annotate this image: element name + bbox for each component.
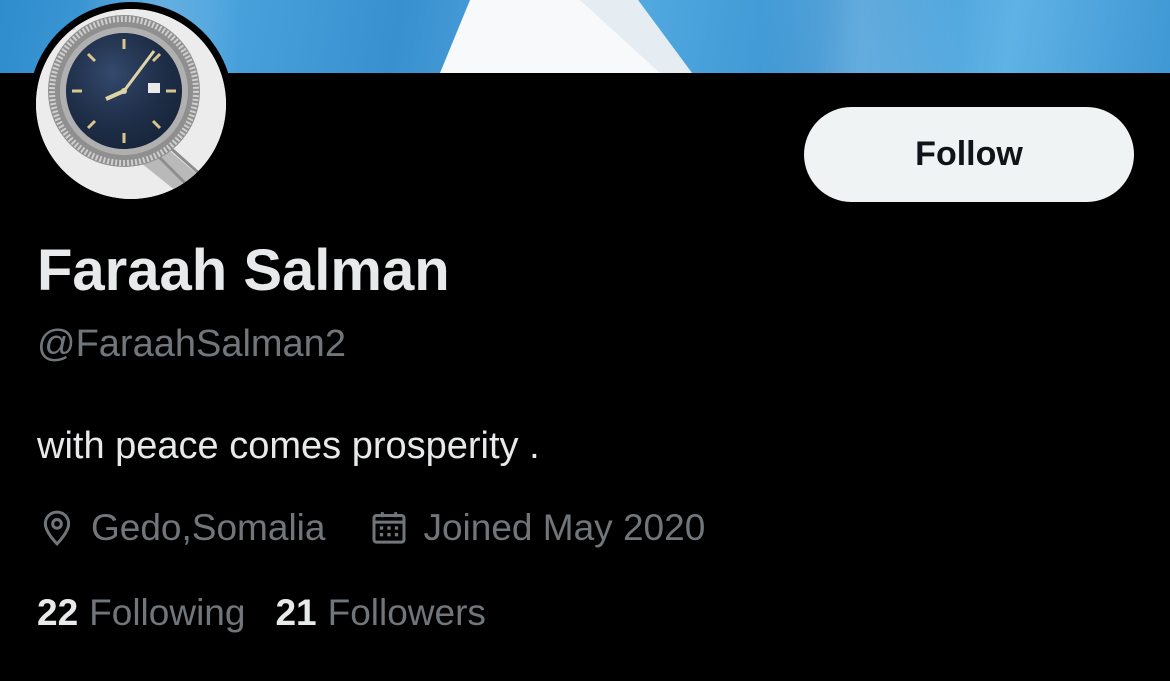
follow-button[interactable]: Follow	[804, 107, 1134, 202]
following-count: 22	[37, 592, 79, 633]
joined-item: Joined May 2020	[369, 507, 705, 549]
location-item: Gedo,Somalia	[37, 507, 325, 549]
following-link[interactable]: 22 Following	[37, 592, 245, 634]
location-pin-icon	[43, 510, 71, 546]
location-text: Gedo,Somalia	[91, 507, 326, 548]
joined-date-text: Joined May 2020	[423, 507, 706, 548]
calendar-icon	[372, 512, 406, 544]
display-name: Faraah Salman	[37, 238, 450, 303]
avatar-image	[36, 9, 226, 199]
following-label: Following	[89, 592, 246, 633]
watch-image-icon	[36, 9, 226, 199]
follow-counts: 22 Following 21 Followers	[37, 589, 516, 637]
followers-label: Followers	[327, 592, 486, 633]
profile-bio: with peace comes prosperity .	[37, 425, 540, 467]
followers-link[interactable]: 21 Followers	[275, 592, 485, 634]
avatar[interactable]	[29, 2, 233, 206]
followers-count: 21	[275, 592, 317, 633]
user-handle: @FaraahSalman2	[37, 323, 346, 365]
profile-meta: Gedo,Somalia Joined May 2020	[37, 504, 749, 552]
profile-page: Follow Faraah Salman @FaraahSalman2 with…	[0, 0, 1170, 681]
